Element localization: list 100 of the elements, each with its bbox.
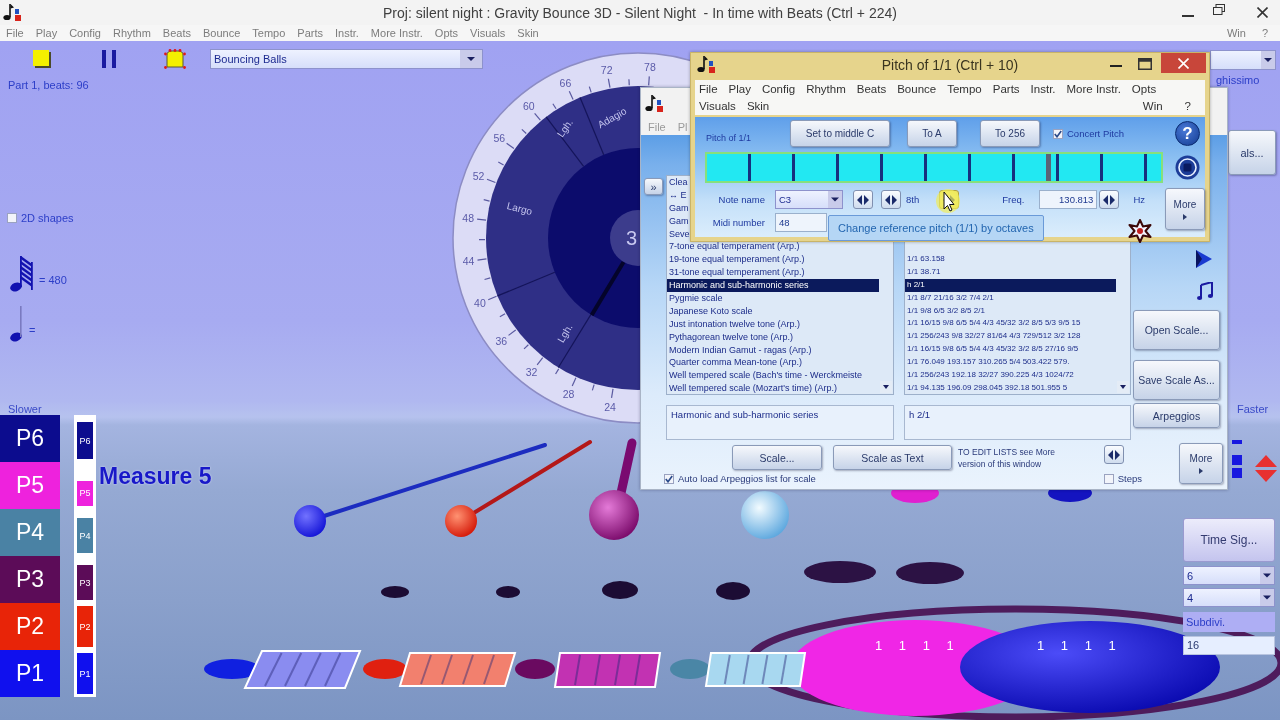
spin-button[interactable]: [1099, 190, 1120, 209]
list-item[interactable]: 1/1 16/15 9/8 6/5 5/4 4/3 45/32 3/2 8/5 27/16 9/5: [905, 343, 1081, 357]
menu-item[interactable]: ?: [1184, 98, 1191, 115]
menu-item[interactable]: Tempo: [947, 81, 982, 98]
list-item[interactable]: Pythagorean twelve tone (Arp.): [667, 330, 796, 344]
menu-item[interactable]: Skin: [746, 98, 770, 115]
preset-button[interactable]: Set to middle C: [790, 120, 890, 147]
dropdown[interactable]: 6: [1183, 566, 1275, 585]
spin-button[interactable]: [853, 190, 873, 209]
menu-item[interactable]: File: [699, 81, 718, 98]
scale-as-text-button[interactable]: Scale as Text: [833, 445, 952, 470]
spin-button[interactable]: [1104, 445, 1124, 464]
list-item[interactable]: 7-tone equal temperament (Arp.): [667, 240, 802, 254]
list-item[interactable]: h 2/1: [905, 278, 1116, 292]
more-button[interactable]: More: [1165, 188, 1205, 230]
menu-item[interactable]: Rhythm: [806, 81, 846, 98]
checkbox[interactable]: [664, 473, 674, 484]
dropdown[interactable]: 4: [1183, 588, 1275, 607]
dropdown[interactable]: Bouncing Balls: [210, 49, 483, 69]
close-button[interactable]: [1161, 53, 1206, 73]
menu-item[interactable]: Visuals: [470, 27, 506, 39]
menu-item[interactable]: Bounce: [897, 81, 937, 98]
open-scale-button[interactable]: Open Scale...: [1133, 310, 1220, 350]
list-item[interactable]: Gam: [667, 201, 691, 215]
menu-item[interactable]: Win: [1142, 98, 1163, 115]
list-item[interactable]: Harmonic and sub-harmonic series: [667, 279, 879, 292]
menu-item[interactable]: Instr.: [335, 27, 359, 39]
input-field[interactable]: 130.813: [1039, 190, 1098, 209]
minimize-icon[interactable]: [1182, 14, 1194, 17]
list-item[interactable]: 1/1 9/8 6/5 3/2 8/5 2/1: [905, 304, 987, 318]
list-item[interactable]: 1/1 63.158: [905, 253, 947, 266]
subdivision-field[interactable]: 16: [1183, 636, 1275, 655]
list-item[interactable]: Modern Indian Gamut - ragas (Arp.): [667, 343, 814, 357]
menu-item[interactable]: ?: [1261, 27, 1268, 39]
preset-button[interactable]: To A: [907, 120, 957, 147]
input-field[interactable]: 48: [775, 213, 827, 232]
menu-item[interactable]: Visuals: [699, 98, 736, 115]
menu-item[interactable]: Beats: [856, 81, 887, 98]
pause-icon[interactable]: [102, 50, 116, 68]
dropdown[interactable]: C3: [775, 190, 843, 209]
checkbox[interactable]: [7, 213, 17, 223]
menu-item[interactable]: Bounce: [203, 27, 241, 39]
more-button[interactable]: More: [1179, 443, 1223, 484]
list-item[interactable]: 1/1 76.049 193.157 310.265 5/4 503.422 579.: [905, 356, 1072, 369]
menu-item[interactable]: Rhythm: [112, 27, 151, 39]
list-item[interactable]: Seve: [667, 227, 692, 241]
list-item[interactable]: 19-tone equal temperament (Arp.): [667, 253, 807, 267]
music-note-icon[interactable]: [1197, 282, 1213, 300]
list-item[interactable]: Japanese Koto scale: [667, 304, 755, 318]
menu-item[interactable]: Tempo: [252, 27, 286, 39]
checkbox[interactable]: [1103, 473, 1114, 484]
menu-item[interactable]: Win: [1226, 27, 1246, 39]
restore-icon[interactable]: [1213, 4, 1225, 15]
help-button[interactable]: ?: [1175, 121, 1200, 146]
scale-button[interactable]: Scale...: [732, 445, 822, 470]
menu-item[interactable]: Play: [728, 81, 751, 98]
part-button[interactable]: P3: [0, 556, 60, 603]
save-scale-button[interactable]: Save Scale As...: [1133, 360, 1220, 400]
list-item[interactable]: Quarter comma Mean-tone (Arp.): [667, 356, 805, 370]
menu-item[interactable]: Opts: [1131, 81, 1157, 98]
list-item[interactable]: Well tempered scale (Mozart's time) (Arp.): [667, 382, 840, 396]
close-icon[interactable]: [1257, 7, 1268, 18]
list-item[interactable]: 1/1 8/7 21/16 3/2 7/4 2/1: [905, 291, 996, 305]
menu-item[interactable]: File: [6, 27, 24, 39]
expand-button[interactable]: »: [644, 178, 663, 195]
menu-item[interactable]: Beats: [162, 27, 191, 39]
menu-item[interactable]: Instr.: [1030, 81, 1056, 98]
menu-item[interactable]: Config: [761, 81, 796, 98]
list-item[interactable]: 1/1 94.135 196.09 298.045 392.18 501.955 5: [905, 381, 1070, 395]
list-item[interactable]: 1/1 256/243 192.18 32/27 390.225 4/3 1024/72: [905, 369, 1076, 382]
arpeggios-button[interactable]: Arpeggios: [1133, 403, 1220, 428]
preset-button[interactable]: To 256: [980, 120, 1040, 147]
list-item[interactable]: 1/1 16/15 9/8 6/5 5/4 4/3 45/32 3/2 8/5 5/3 9/5 15: [905, 317, 1083, 331]
text-field[interactable]: h 2/1: [904, 405, 1131, 440]
part-button[interactable]: P1: [0, 650, 60, 697]
spin-button[interactable]: [881, 190, 901, 209]
menu-item[interactable]: More Instr.: [370, 27, 423, 39]
menu-item[interactable]: Parts: [992, 81, 1020, 98]
menu-item[interactable]: Parts: [297, 27, 323, 39]
pitch-strip[interactable]: [705, 152, 1163, 183]
list-item[interactable]: Pygmie scale: [667, 292, 725, 305]
checkbox[interactable]: [1053, 128, 1063, 139]
part-button[interactable]: P2: [0, 603, 60, 650]
menu-item[interactable]: Play: [35, 27, 58, 39]
part-button[interactable]: P6: [0, 415, 60, 462]
list-item[interactable]: ↔ E: [667, 188, 689, 202]
list-item[interactable]: Just intonation twelve tone (Arp.): [667, 317, 803, 331]
stop-icon[interactable]: [1175, 155, 1200, 180]
menu-item[interactable]: More Instr.: [1066, 81, 1121, 98]
list-item[interactable]: 1/1 38.71: [905, 265, 943, 279]
list-item[interactable]: 1/1 256/243 9/8 32/27 81/64 4/3 729/512 3/2 128: [905, 330, 1083, 344]
part-button[interactable]: P4: [0, 509, 60, 556]
play-icon[interactable]: [1195, 250, 1213, 268]
list-item[interactable]: 31-tone equal temperament (Arp.): [667, 266, 807, 280]
part-button[interactable]: P5: [0, 462, 60, 509]
square-icon[interactable]: [33, 50, 51, 68]
list-item[interactable]: Well tempered scale (Bach's time - Werckmeiste: [667, 369, 864, 383]
list-item[interactable]: Clea: [667, 176, 690, 189]
panel-button[interactable]: als...: [1228, 130, 1276, 175]
list-item[interactable]: Gam: [667, 214, 691, 228]
